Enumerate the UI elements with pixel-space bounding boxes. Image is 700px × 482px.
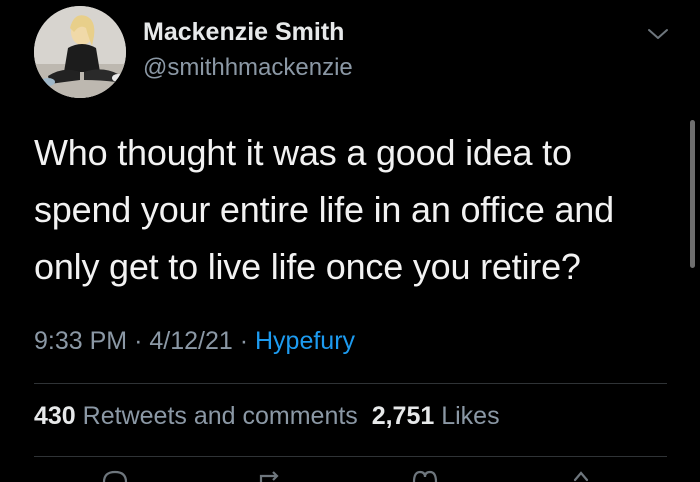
likes-label: Likes	[441, 402, 500, 430]
tweet-text-line: only get to live life once you retire?	[34, 246, 581, 287]
tweet-card: Mackenzie Smith @smithhmackenzie Who tho…	[0, 0, 700, 482]
avatar[interactable]	[34, 6, 126, 98]
retweets-label: Retweets and comments	[82, 402, 358, 430]
avatar-image	[34, 6, 126, 98]
display-name[interactable]: Mackenzie Smith	[143, 18, 344, 47]
tweet-text-line: spend your entire life in an office and	[34, 189, 614, 230]
tweet-text: Who thought it was a good idea to spend …	[34, 124, 674, 295]
tweet-meta: 9:33 PM · 4/12/21 · Hypefury	[34, 327, 355, 356]
meta-separator: ·	[134, 327, 143, 355]
share-icon[interactable]	[566, 468, 596, 482]
divider	[34, 383, 667, 384]
engagement-stats: 430 Retweets and comments 2,751 Likes	[34, 402, 500, 431]
likes-count: 2,751	[371, 402, 435, 430]
retweets-stat[interactable]: 430 Retweets and comments	[34, 402, 358, 430]
heart-icon[interactable]	[410, 468, 440, 482]
divider	[34, 456, 667, 457]
likes-stat[interactable]: 2,751 Likes	[372, 402, 500, 430]
tweet-source-link[interactable]: Hypefury	[255, 327, 355, 355]
scrollbar[interactable]	[690, 120, 695, 268]
tweet-time[interactable]: 9:33 PM	[34, 327, 127, 355]
reply-icon[interactable]	[100, 468, 130, 482]
meta-separator: ·	[239, 327, 249, 355]
user-handle[interactable]: @smithhmackenzie	[143, 54, 353, 82]
chevron-down-icon	[648, 29, 668, 39]
action-bar	[0, 468, 700, 482]
tweet-date[interactable]: 4/12/21	[149, 327, 232, 355]
more-options-button[interactable]	[640, 20, 676, 48]
tweet-text-line: Who thought it was a good idea to	[34, 132, 572, 173]
retweets-count: 430	[34, 402, 76, 430]
retweet-icon[interactable]	[255, 468, 285, 482]
